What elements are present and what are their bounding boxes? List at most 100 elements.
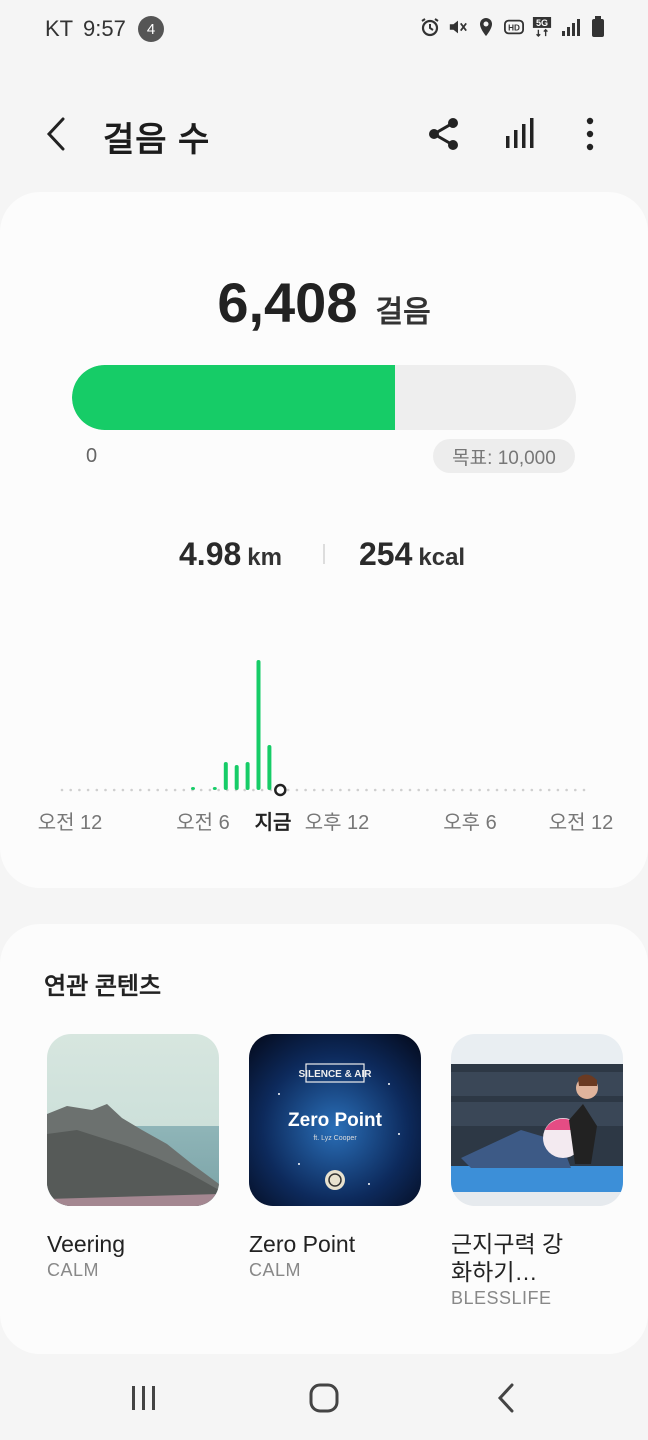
metric-divider (323, 544, 325, 564)
recents-icon (132, 1386, 155, 1410)
chart-baseline-dot (400, 788, 403, 792)
notification-count-badge: 4 (138, 16, 164, 42)
chart-baseline-dot (539, 788, 542, 792)
home-icon (309, 1383, 339, 1413)
back-nav-icon (497, 1383, 514, 1413)
chart-tick-label: 오후 6 (443, 812, 497, 834)
chart-bar (191, 787, 195, 790)
back-nav-button[interactable] (482, 1378, 530, 1418)
metrics-row: 4.98 km 254 kcal (0, 536, 648, 576)
chart-baseline-dot (121, 788, 125, 792)
album-art-sub-text: ft. Lyz Cooper (313, 1135, 357, 1142)
back-button[interactable] (36, 110, 76, 158)
alarm-icon (420, 16, 440, 38)
chart-baseline-dot (382, 788, 386, 792)
distance-metric: 4.98 km (179, 536, 282, 573)
album-art-band-text: SILENCE & AIR (299, 1069, 373, 1080)
system-nav-bar (0, 1360, 648, 1440)
chart-baseline-dot (313, 788, 316, 792)
chart-baseline-dot (60, 788, 64, 792)
related-item-title: Veering (47, 1231, 126, 1257)
chart-baseline-dot (139, 788, 142, 792)
chart-baseline-dot (78, 788, 81, 792)
chart-tick-label: 오후 12 (304, 812, 370, 834)
hd-icon: HD (504, 16, 524, 38)
chart-baseline-dot (530, 788, 534, 792)
chart-bar (234, 765, 239, 790)
chart-baseline-dot (469, 788, 473, 792)
hourly-steps-chart[interactable]: 오전 12 오전 6 지금 오후 12 오후 6 오전 12 (0, 650, 648, 840)
chart-baseline-dot (417, 788, 421, 792)
location-icon (476, 16, 496, 38)
calories-value: 254 (359, 536, 413, 572)
chart-baseline-dot (487, 788, 490, 792)
chart-baseline-dot (147, 788, 151, 792)
related-item-zero-point[interactable]: SILENCE & AIR Zero Point ft. Lyz Cooper … (249, 1034, 421, 1281)
chart-tick-label: 오전 12 (548, 812, 614, 834)
chart-baseline-dot (304, 788, 307, 792)
back-icon (46, 117, 65, 151)
chart-baseline-dot (365, 788, 368, 792)
chart-baseline-dot (339, 788, 342, 792)
chart-baseline-dot (330, 788, 334, 792)
home-button[interactable] (300, 1378, 348, 1418)
chart-baseline-dot (165, 788, 168, 792)
svg-text:HD: HD (508, 24, 520, 33)
chart-baseline-dot (321, 788, 325, 792)
chart-baseline-dot (452, 788, 455, 792)
chart-baseline-dot (95, 788, 99, 792)
more-icon (586, 117, 594, 151)
chart-baseline-dot (460, 788, 464, 792)
status-bar: KT 9:57 4 HD 5G (0, 0, 648, 56)
chart-baseline-dot (373, 788, 377, 792)
chart-bar (223, 762, 228, 790)
now-marker (274, 783, 287, 797)
bar-chart-icon (506, 118, 534, 148)
chart-bar (245, 762, 250, 790)
chart-baseline-dot (182, 788, 186, 792)
chart-baseline-dot (495, 788, 499, 792)
distance-value: 4.98 (179, 536, 242, 572)
chart-baseline-dot (574, 788, 577, 792)
chart-bar (212, 787, 217, 790)
chart-baseline-dot (504, 788, 508, 792)
chart-baseline-dot (521, 788, 525, 792)
share-button[interactable] (424, 114, 464, 154)
signal-icon (560, 16, 580, 38)
album-art-title-text: Zero Point (288, 1110, 383, 1131)
page-title: 걸음 수 (103, 121, 211, 159)
share-icon (429, 118, 458, 150)
5g-icon: 5G (532, 16, 552, 38)
chart-baseline-dot (547, 788, 551, 792)
mute-icon (448, 16, 468, 38)
chart-baseline-dot (173, 788, 177, 792)
related-item-veering[interactable]: Veering CALM (47, 1034, 219, 1281)
chart-baseline-dot (156, 788, 159, 792)
related-item-title: Zero Point (249, 1231, 356, 1257)
chart-baseline-dot (69, 788, 72, 792)
chart-baseline-dot (434, 788, 438, 792)
step-count: 6,408 걸음 (0, 270, 648, 335)
svg-text:5G: 5G (536, 18, 548, 28)
distance-unit: km (247, 544, 282, 571)
goal-progress-fill (72, 365, 395, 430)
step-count-unit: 걸음 (375, 296, 431, 329)
chart-baseline-dot (217, 788, 220, 792)
recents-button[interactable] (120, 1378, 168, 1418)
chart-baseline-dot (252, 788, 255, 792)
chart-baseline-dot (130, 788, 133, 792)
goal-badge[interactable]: 목표: 10,000 (433, 439, 575, 473)
hourly-steps-chart-svg (60, 660, 586, 797)
chart-tick-label: 오전 6 (176, 812, 230, 834)
trends-button[interactable] (500, 114, 540, 154)
chart-baseline-dot (513, 788, 516, 792)
zero-point-thumbnail: SILENCE & AIR Zero Point ft. Lyz Cooper (249, 1034, 421, 1206)
more-options-button[interactable] (570, 114, 610, 154)
chart-baseline-dot (199, 788, 203, 792)
chart-bar (256, 660, 261, 790)
goal-progress-bar (72, 365, 576, 430)
related-item-core-workout[interactable]: 근지구력 강화하기… BLESSLIFE (451, 1034, 623, 1309)
chart-baseline-dot (208, 788, 212, 792)
app-bar: 걸음 수 (0, 96, 648, 176)
step-count-value: 6,408 (217, 271, 358, 334)
